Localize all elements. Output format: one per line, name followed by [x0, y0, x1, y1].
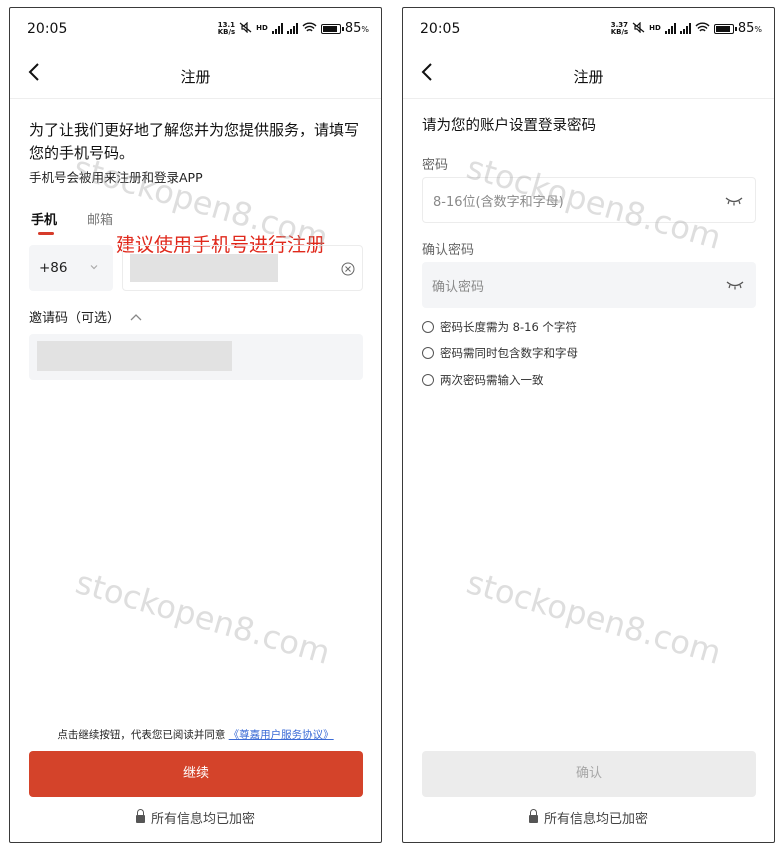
secure-note: 所有信息均已加密: [10, 808, 381, 827]
network-speed-unit: KB/s: [610, 27, 629, 36]
chevron-down-icon: [90, 265, 98, 270]
password-input[interactable]: 8-16位(含数字和字母): [422, 177, 756, 223]
agreement-prefix: 点击继续按钮，代表您已阅读并同意: [57, 729, 226, 741]
confirm-password-input[interactable]: 确认密码: [422, 262, 756, 308]
invite-code-toggle[interactable]: 邀请码（可选）: [29, 307, 142, 326]
hd-icon: HD: [256, 24, 268, 32]
rule-text: 密码长度需为 8-16 个字符: [440, 320, 577, 334]
wifi-icon: [695, 22, 710, 36]
screenshot-canvas: 20:05 13.1 KB/s HD 85% 注册 为了让我们更好地了解您并为您…: [0, 0, 784, 851]
signal-icon-2: [286, 23, 298, 34]
invite-code-label: 邀请码（可选）: [29, 311, 121, 326]
country-code-select[interactable]: +86: [29, 245, 113, 291]
status-icons: 13.1 KB/s HD 85%: [218, 21, 369, 36]
rule-status-icon: [422, 321, 434, 333]
signal-icon: [664, 23, 676, 34]
secure-note-text: 所有信息均已加密: [150, 812, 255, 827]
intro-text: 为了让我们更好地了解您并为您提供服务，请填写您的手机号码。: [29, 121, 360, 162]
eye-closed-icon[interactable]: [726, 279, 744, 291]
password-heading: 请为您的账户设置登录密码: [422, 118, 596, 134]
watermark: stockopen8.com: [71, 563, 335, 672]
password-rule-match: 两次密码需输入一致: [422, 372, 544, 388]
wifi-icon: [302, 22, 317, 36]
battery-unit: %: [361, 25, 369, 34]
country-code-value: +86: [39, 260, 68, 276]
status-icons: 3.37 KB/s HD 85%: [611, 21, 762, 36]
confirm-password-placeholder: 确认密码: [432, 279, 485, 295]
secure-note: 所有信息均已加密: [403, 808, 774, 827]
status-time: 20:05: [420, 21, 461, 37]
page-title: 注册: [573, 68, 604, 86]
rule-status-icon: [422, 374, 434, 386]
battery-icon: [713, 23, 737, 34]
password-rule-length: 密码长度需为 8-16 个字符: [422, 319, 577, 335]
register-method-tabs: 手机 邮箱: [31, 209, 113, 228]
continue-button[interactable]: 继续: [29, 751, 363, 797]
tab-phone[interactable]: 手机: [31, 209, 57, 228]
secure-note-text: 所有信息均已加密: [543, 812, 648, 827]
chevron-up-icon: [130, 313, 142, 320]
battery-icon: [320, 23, 344, 34]
battery-value: 85: [737, 21, 755, 36]
lock-icon: [135, 809, 145, 823]
battery-unit: %: [754, 25, 762, 34]
clear-icon[interactable]: [341, 262, 355, 276]
network-speed: 13.1 KB/s: [217, 21, 236, 36]
lock-icon: [528, 809, 538, 823]
network-speed: 3.37 KB/s: [610, 21, 629, 36]
tab-email[interactable]: 邮箱: [87, 209, 113, 228]
intro-subtext: 手机号会被用来注册和登录APP: [29, 170, 203, 185]
invite-code-input[interactable]: [29, 334, 363, 380]
nav-bar: 注册: [10, 48, 381, 99]
battery-percent: 85%: [738, 21, 762, 36]
password-placeholder: 8-16位(含数字和字母): [433, 194, 564, 210]
battery-percent: 85%: [345, 21, 369, 36]
nav-bar: 注册: [403, 48, 774, 99]
password-label: 密码: [422, 158, 449, 173]
battery-value: 85: [344, 21, 362, 36]
user-agreement-link[interactable]: 《尊嘉用户服务协议》: [229, 729, 334, 741]
mute-icon: [632, 21, 645, 36]
watermark: stockopen8.com: [462, 563, 726, 672]
hd-icon: HD: [649, 24, 661, 32]
network-speed-unit: KB/s: [217, 27, 236, 36]
phone-number-input[interactable]: [122, 245, 363, 291]
password-rule-composition: 密码需同时包含数字和字母: [422, 345, 578, 361]
status-bar: 20:05 13.1 KB/s HD 85%: [10, 8, 381, 48]
signal-icon-2: [679, 23, 691, 34]
rule-status-icon: [422, 347, 434, 359]
redacted-phone-number: [130, 254, 278, 282]
rule-text: 两次密码需输入一致: [440, 373, 544, 387]
phone-password-screen: 20:05 3.37 KB/s HD 85% 注册 请为您的账户设置登录密码 密…: [402, 7, 775, 843]
eye-closed-icon[interactable]: [725, 195, 743, 207]
page-title: 注册: [180, 68, 211, 86]
status-time: 20:05: [27, 21, 68, 37]
rule-text: 密码需同时包含数字和字母: [440, 346, 578, 360]
mute-icon: [239, 21, 252, 36]
signal-icon: [271, 23, 283, 34]
agreement-text: 点击继续按钮，代表您已阅读并同意 《尊嘉用户服务协议》: [10, 727, 381, 742]
confirm-password-label: 确认密码: [422, 243, 475, 258]
redacted-invite-code: [37, 341, 232, 371]
confirm-button[interactable]: 确认: [422, 751, 756, 797]
active-tab-indicator: [38, 232, 54, 235]
phone-register-screen: 20:05 13.1 KB/s HD 85% 注册 为了让我们更好地了解您并为您…: [9, 7, 382, 843]
status-bar: 20:05 3.37 KB/s HD 85%: [403, 8, 774, 48]
